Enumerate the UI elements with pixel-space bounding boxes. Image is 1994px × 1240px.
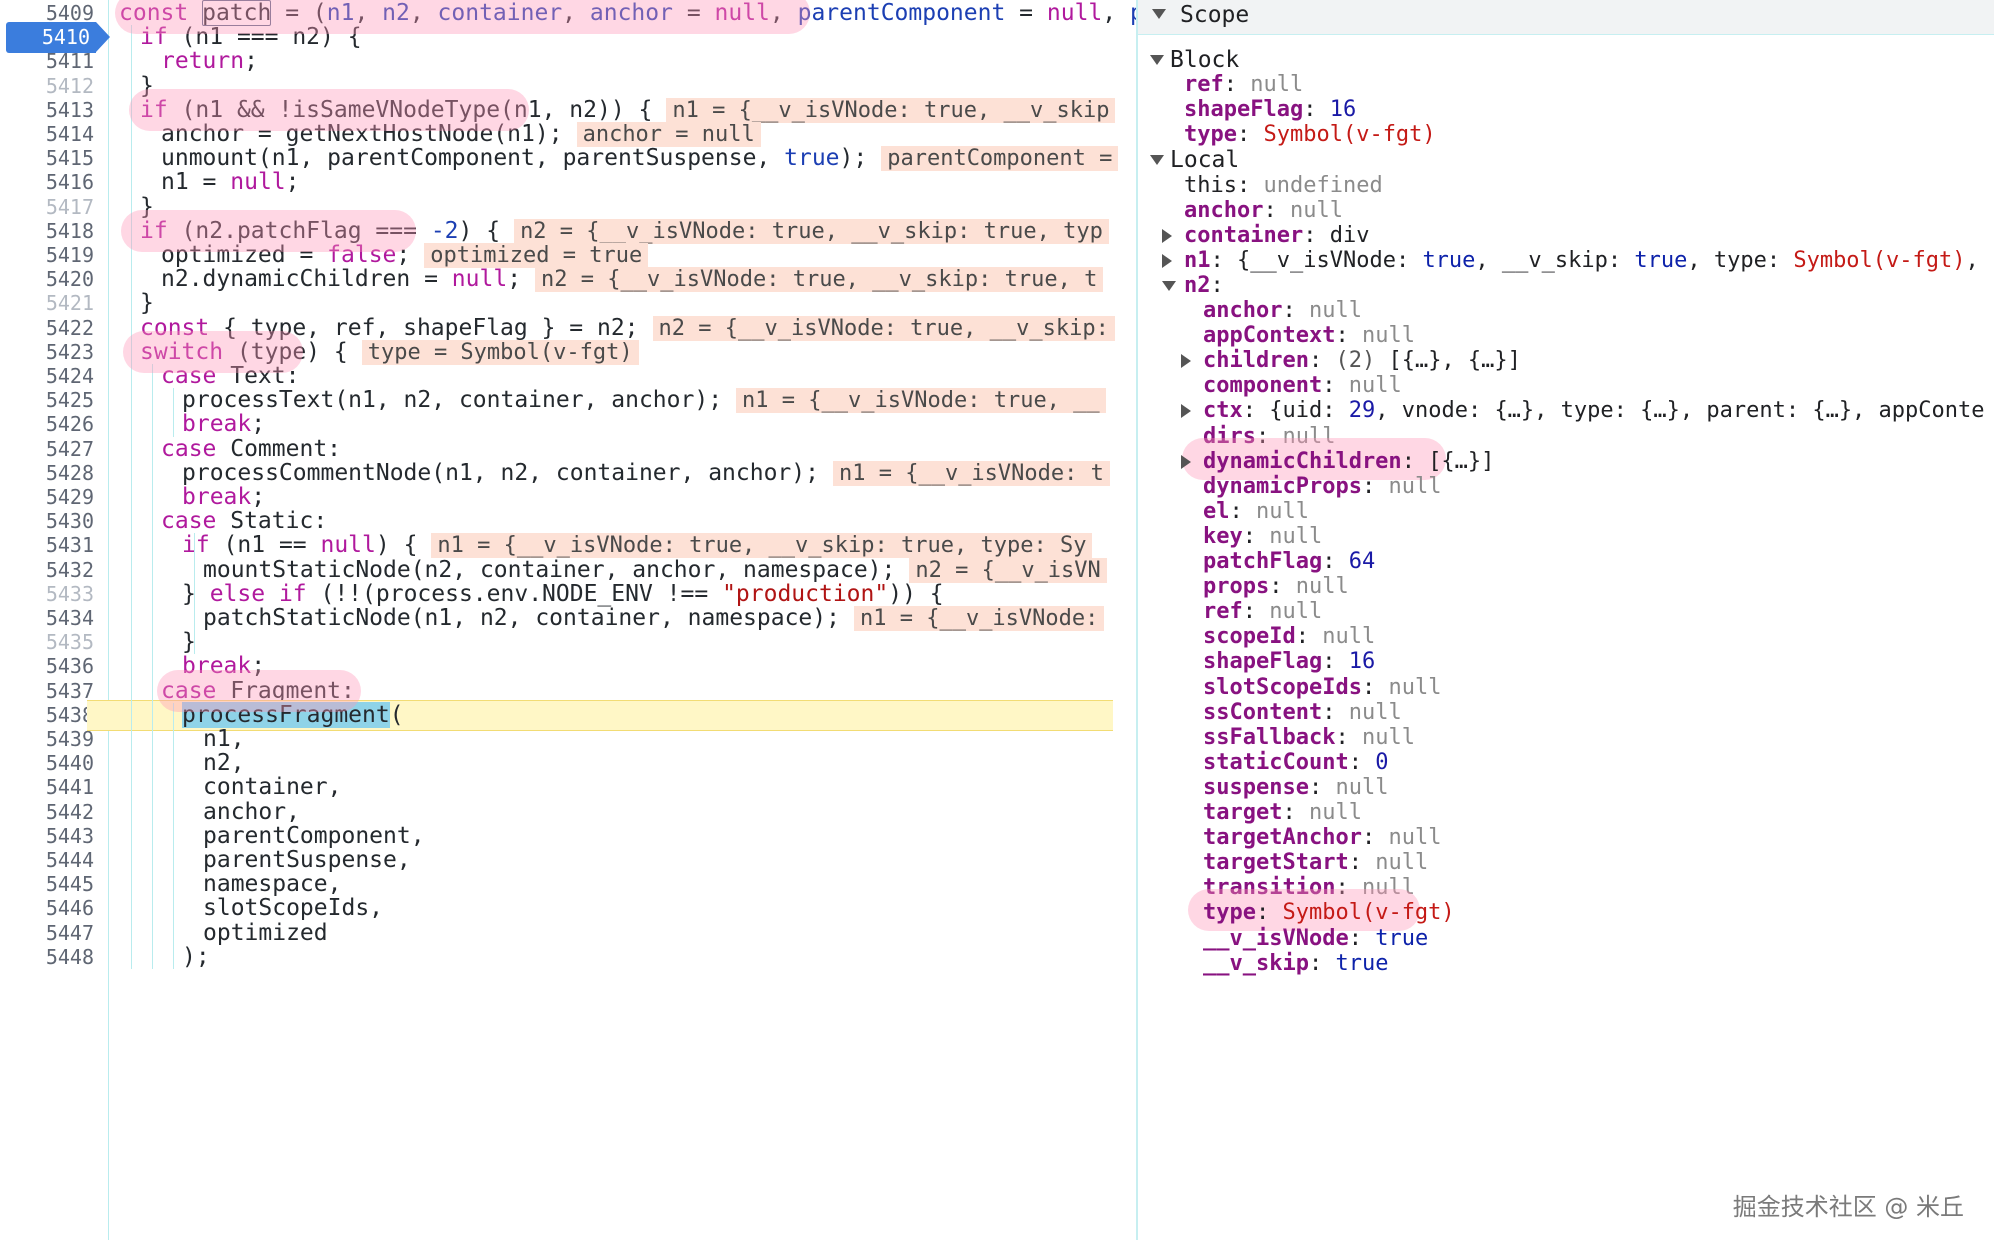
collapsed-arrow-icon[interactable] [1162, 228, 1172, 243]
code-token: true [784, 145, 840, 172]
code-token: optimized [203, 919, 328, 946]
inline-value[interactable]: n1 = {__v_isVNode: [853, 606, 1105, 631]
property-value-part: [{…}, {…}] [1388, 348, 1521, 374]
inline-value[interactable]: n2 = {__v_isVNode: true, __v_skip: [652, 315, 1115, 341]
property-value: 64 [1348, 549, 1376, 574]
code-token: ( [389, 701, 404, 728]
collapsed-arrow-icon[interactable] [1181, 354, 1191, 369]
collapsed-arrow-icon[interactable] [1181, 404, 1191, 419]
scope-property[interactable]: n1: {__v_isVNode: true, __v_skip: true, … [1184, 245, 1979, 277]
inline-value[interactable]: type = Symbol(v-fgt) [361, 339, 639, 365]
property-value: true [1335, 950, 1389, 976]
property-value-part: , __v_skip: [1475, 247, 1635, 273]
expanded-arrow-icon[interactable] [1150, 155, 1164, 166]
code-line[interactable]: ); [182, 942, 210, 973]
code-token: null [714, 0, 770, 26]
code-token: ; [507, 266, 522, 293]
code-token: patchStaticNode(n1, n2, container, names… [203, 605, 840, 631]
indent-guide [152, 364, 153, 969]
property-value-part: , [1965, 247, 1979, 273]
code-line[interactable]: optimized [203, 918, 328, 949]
code-token: processCommentNode(n1, n2, container, an… [182, 459, 819, 486]
code-area[interactable]: const patch = (n1, n2, container, anchor… [87, 0, 1136, 1240]
inline-value[interactable]: n1 = {__v_isVNode: true, __ [736, 388, 1106, 414]
collapsed-arrow-icon[interactable] [1181, 454, 1191, 469]
property-value-part: , type: [1687, 247, 1794, 273]
scope-header[interactable]: Scope [1138, 0, 1994, 35]
code-token: , [562, 0, 590, 26]
code-token: container [437, 0, 563, 26]
code-token: return [161, 48, 245, 75]
property-value-part: {__v_isVNode: [1237, 247, 1423, 273]
scope-property[interactable]: __v_skip: true [1203, 948, 1388, 980]
code-line[interactable]: processCommentNode(n1, n2, container, an… [182, 458, 1110, 489]
indent-guide [131, 25, 132, 969]
indent-guide [173, 702, 174, 969]
code-token: null [1046, 0, 1103, 26]
line-number[interactable]: 5448 [0, 942, 94, 973]
indent-guide [173, 388, 174, 437]
code-token: anchor [589, 0, 673, 26]
code-token: null [230, 169, 286, 196]
property-value-part: Symbol(v-fgt) [1793, 247, 1966, 273]
watermark: 掘金技术社区 @ 米丘 [1732, 1193, 1964, 1221]
scope-panel: Scope Block ref: null shapeFlag: 16 type: S… [1138, 0, 1994, 1240]
code-token: , [1102, 0, 1130, 26]
property-value-part: , vnode: {…}, type: {…}, parent: {…}, ap… [1375, 398, 1985, 424]
property-value-part: 29 [1348, 398, 1376, 424]
property-value: Symbol(v-fgt) [1263, 122, 1436, 148]
collapse-arrow-icon[interactable] [1152, 9, 1166, 19]
code-line[interactable]: return; [161, 46, 258, 77]
inline-value[interactable]: parentComponent = [881, 146, 1119, 172]
indent-guide [194, 533, 195, 655]
code-line[interactable]: n2.dynamicChildren = null; n2 = {__v_isVN… [161, 264, 1104, 295]
code-token: ); [839, 145, 868, 172]
code-line[interactable]: unmount(n1, parentComponent, parentSuspe… [161, 143, 1119, 174]
code-line[interactable]: patchStaticNode(n1, n2, container, names… [203, 603, 1105, 634]
collapsed-arrow-icon[interactable] [1162, 253, 1172, 268]
code-token: = [672, 0, 715, 26]
code-token: n2 [382, 0, 410, 26]
code-token: , [409, 0, 438, 26]
property-value: null [1388, 473, 1442, 499]
code-token: = [1005, 0, 1047, 26]
code-token: ; [244, 48, 258, 75]
code-token: ; [285, 169, 300, 196]
code-token: , [769, 0, 798, 26]
scope-title: Scope [1180, 2, 1250, 28]
property-key: __v_skip [1203, 950, 1309, 976]
code-token: n1 = [161, 169, 231, 196]
line-number-gutter[interactable]: 5409 5410 5411 5412 5413 5414 5415 5416 5417 5418… [0, 0, 110, 1240]
code-token: ); [182, 943, 210, 970]
expanded-arrow-icon[interactable] [1150, 55, 1164, 65]
code-token: parentComponent [797, 0, 1006, 26]
property-value-part: true [1634, 247, 1688, 273]
expanded-arrow-icon[interactable] [1162, 280, 1176, 291]
code-token: n2.dynamicChildren = [161, 266, 452, 293]
inline-value[interactable]: n2 = {__v_isVNode: true, __v_skip: true,… [535, 267, 1104, 293]
code-line[interactable]: n1 = null; [161, 167, 300, 198]
property-value-part: true [1422, 247, 1476, 273]
code-line[interactable]: processText(n1, n2, container, anchor); n… [182, 385, 1106, 416]
code-token: null [451, 266, 508, 293]
inline-value[interactable]: n1 = {__v_isVNode: t [832, 460, 1110, 486]
source-editor: 5409 5410 5411 5412 5413 5414 5415 5416 5417 5418… [0, 0, 1136, 1240]
